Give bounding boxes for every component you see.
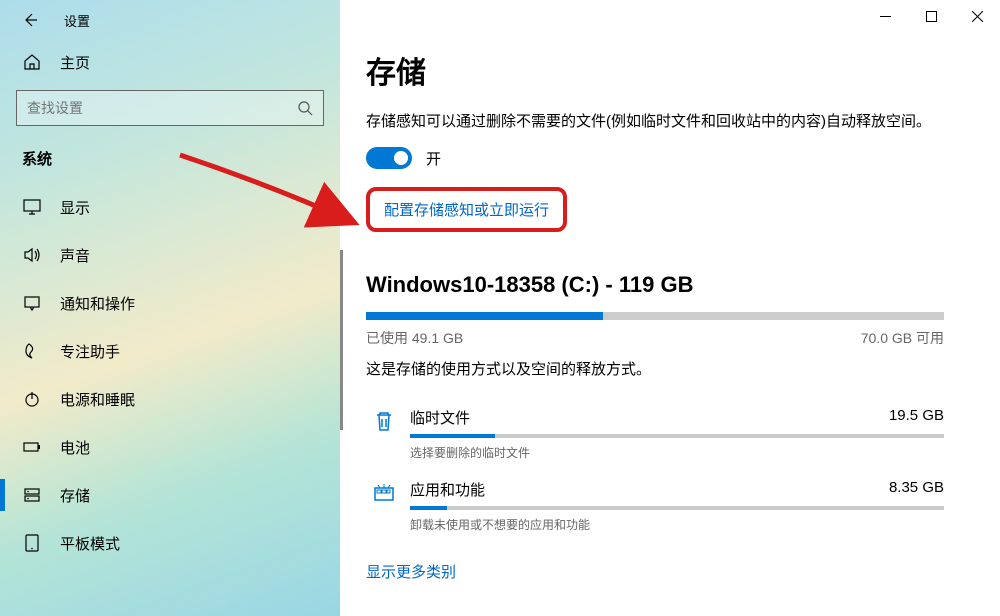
category-label: 临时文件 (410, 407, 470, 428)
category-label: 应用和功能 (410, 479, 485, 500)
apps-icon (366, 479, 402, 505)
page-title: 存储 (366, 48, 944, 92)
storage-sense-toggle[interactable] (366, 147, 412, 169)
nav-item-storage[interactable]: 存储 (16, 471, 324, 519)
nav-item-battery[interactable]: 电池 (16, 423, 324, 471)
app-title: 设置 (64, 11, 90, 30)
home-icon (22, 53, 42, 71)
category-sub: 卸载未使用或不想要的应用和功能 (410, 516, 944, 533)
nav-item-label: 显示 (60, 197, 90, 218)
notification-icon (22, 294, 42, 312)
sound-icon (22, 246, 42, 264)
search-box[interactable] (16, 90, 324, 126)
storage-category-apps[interactable]: 应用和功能 8.35 GB 卸载未使用或不想要的应用和功能 (366, 473, 944, 545)
usage-description: 这是存储的使用方式以及空间的释放方式。 (366, 358, 944, 379)
nav-item-display[interactable]: 显示 (16, 183, 324, 231)
search-input[interactable] (27, 100, 297, 116)
nav-home-label: 主页 (60, 52, 90, 73)
category-size: 8.35 GB (889, 479, 944, 500)
nav-item-label: 电池 (60, 437, 90, 458)
nav-item-sound[interactable]: 声音 (16, 231, 324, 279)
nav-item-label: 通知和操作 (60, 293, 135, 314)
scrollbar-thumb[interactable] (340, 250, 343, 430)
tablet-icon (22, 534, 42, 552)
nav-item-label: 声音 (60, 245, 90, 266)
configure-storage-sense-link[interactable]: 配置存储感知或立即运行 (384, 202, 549, 219)
nav-item-label: 平板模式 (60, 533, 120, 554)
category-bar (410, 434, 944, 438)
free-label: 70.0 GB 可用 (861, 328, 944, 348)
category-bar (410, 506, 944, 510)
nav-item-notification[interactable]: 通知和操作 (16, 279, 324, 327)
nav-item-tablet[interactable]: 平板模式 (16, 519, 324, 567)
storage-sense-description: 存储感知可以通过删除不需要的文件(例如临时文件和回收站中的内容)自动释放空间。 (366, 110, 944, 133)
focus-icon (22, 342, 42, 360)
search-icon (297, 100, 313, 116)
category-size: 19.5 GB (889, 407, 944, 428)
nav-item-power[interactable]: 电源和睡眠 (16, 375, 324, 423)
section-title: 系统 (16, 140, 324, 183)
nav-home[interactable]: 主页 (16, 40, 324, 84)
minimize-button[interactable] (862, 0, 908, 32)
nav-item-focus[interactable]: 专注助手 (16, 327, 324, 375)
nav-item-label: 存储 (60, 485, 90, 506)
trash-icon (366, 407, 402, 433)
drive-title: Windows10-18358 (C:) - 119 GB (366, 272, 944, 298)
toggle-state-label: 开 (426, 148, 441, 169)
storage-icon (22, 486, 42, 504)
battery-icon (22, 438, 42, 456)
show-more-categories-link[interactable]: 显示更多类别 (366, 561, 456, 582)
close-button[interactable] (954, 0, 1000, 32)
highlight-annotation: 配置存储感知或立即运行 (366, 187, 567, 232)
used-label: 已使用 49.1 GB (366, 328, 463, 348)
nav-item-label: 专注助手 (60, 341, 120, 362)
storage-category-trash[interactable]: 临时文件 19.5 GB 选择要删除的临时文件 (366, 401, 944, 473)
back-button[interactable] (18, 8, 42, 32)
power-icon (22, 390, 42, 408)
nav-item-label: 电源和睡眠 (60, 389, 135, 410)
maximize-button[interactable] (908, 0, 954, 32)
drive-usage-bar (366, 312, 944, 320)
display-icon (22, 198, 42, 216)
category-sub: 选择要删除的临时文件 (410, 444, 944, 461)
